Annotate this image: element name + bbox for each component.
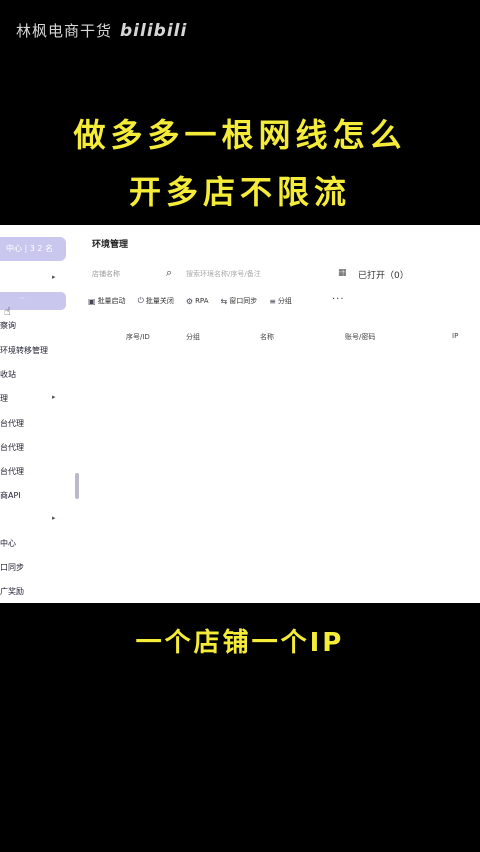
headline-line-2: 开多店不限流: [128, 173, 351, 211]
batch-close-button[interactable]: ⏻ 批量关闭: [138, 296, 174, 306]
shop-filter-input[interactable]: 店铺名称: [92, 269, 162, 279]
watermark: 林枫电商干货 bilibili: [16, 20, 187, 41]
sidebar: 中心 | 3 2 名 ▸ ·· ☝ 察询 环境转移管理 收站 理 ▸ 台代理 台…: [0, 225, 80, 603]
search-input[interactable]: 搜索环境名称/序号/备注: [186, 269, 306, 279]
column-header-ip[interactable]: IP: [452, 332, 458, 340]
rpa-label: RPA: [195, 297, 209, 305]
sidebar-item-label[interactable]: 察询: [0, 320, 16, 331]
batch-close-label: 批量关闭: [145, 297, 174, 305]
sidebar-item-label[interactable]: 环境转移管理: [0, 345, 48, 356]
group-label: 分组: [277, 297, 292, 305]
toolbar: ▣ 批量启动 ⏻ 批量关闭 ⚙ RPA ⇆ 窗口同步 ≡ 分组: [88, 296, 292, 306]
column-header-group[interactable]: 分组: [186, 332, 200, 342]
more-button[interactable]: ···: [332, 294, 345, 305]
sidebar-item-label[interactable]: 中心: [0, 538, 16, 549]
bilibili-logo: bilibili: [120, 20, 188, 41]
chevron-right-icon[interactable]: ▸: [52, 273, 56, 281]
sidebar-item-label[interactable]: 台代理: [0, 442, 24, 453]
group-button[interactable]: ≡ 分组: [269, 296, 292, 306]
caption-text: 一个店铺一个IP: [135, 628, 345, 658]
app-screenshot: 中心 | 3 2 名 ▸ ·· ☝ 察询 环境转移管理 收站 理 ▸ 台代理 台…: [0, 225, 480, 603]
group-icon: ≡: [269, 296, 276, 306]
sidebar-item-label[interactable]: 广奖励: [0, 586, 24, 597]
sidebar-header-button[interactable]: 中心 | 3 2 名: [0, 237, 66, 261]
sidebar-item-label[interactable]: 商API: [0, 490, 21, 501]
batch-open-label: 批量启动: [97, 297, 126, 305]
sidebar-item-label[interactable]: 台代理: [0, 418, 24, 429]
chevron-right-icon[interactable]: ▸: [52, 514, 56, 522]
batch-open-button[interactable]: ▣ 批量启动: [88, 296, 126, 306]
sidebar-scrollbar[interactable]: [75, 473, 79, 499]
power-icon: ⏻: [137, 296, 144, 305]
sidebar-item-label[interactable]: 收站: [0, 369, 16, 380]
rpa-icon: ⚙: [185, 296, 194, 306]
mouse-cursor-icon: ☝: [4, 305, 11, 318]
rpa-button[interactable]: ⚙ RPA: [186, 296, 209, 306]
column-header-name[interactable]: 名称: [260, 332, 274, 342]
window-sync-label: 窗口同步: [229, 297, 258, 305]
main-panel: 环境管理 店铺名称 ⌕ 搜索环境名称/序号/备注 ▦ 已打开（0） ▣ 批量启动…: [82, 225, 480, 603]
grid-icon[interactable]: ▦: [338, 268, 347, 278]
page-title: 环境管理: [92, 240, 129, 250]
search-icon[interactable]: ⌕: [166, 266, 172, 280]
sidebar-item-label[interactable]: 台代理: [0, 466, 24, 477]
opened-count[interactable]: 已打开（0）: [358, 268, 409, 281]
window-sync-button[interactable]: ⇆ 窗口同步: [221, 296, 258, 306]
column-header-id[interactable]: 序号/ID: [126, 332, 150, 342]
sync-icon: ⇆: [220, 296, 228, 306]
sidebar-item-dots: ··: [20, 294, 26, 303]
sidebar-item-label[interactable]: 理: [0, 393, 8, 404]
channel-name: 林枫电商干货: [16, 22, 113, 40]
headline-line-1: 做多多一根网线怎么: [73, 116, 407, 154]
batch-open-icon: ▣: [88, 296, 96, 306]
column-header-account[interactable]: 账号/密码: [345, 332, 375, 342]
sidebar-item-label[interactable]: 口同步: [0, 562, 24, 573]
chevron-right-icon[interactable]: ▸: [52, 393, 56, 401]
